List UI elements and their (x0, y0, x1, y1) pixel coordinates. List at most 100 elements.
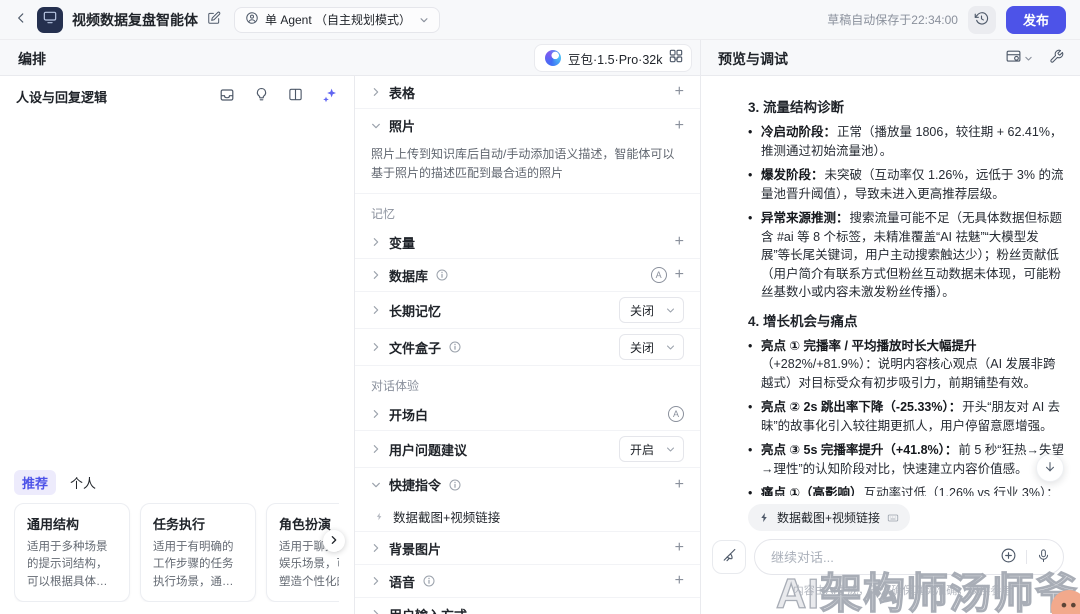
plus-circle-icon (1000, 547, 1017, 567)
row-suggestion[interactable]: 用户问题建议 开启 (355, 431, 700, 468)
top-bar-right: 草稿自动保存于22:34:00 发布 (827, 6, 1066, 34)
row-label: 语音 (389, 572, 415, 591)
chevron-right-icon (371, 609, 381, 614)
bolt-icon (375, 512, 384, 521)
edit-icon (207, 11, 221, 28)
section-heading: 4. 增长机会与痛点 (748, 310, 1064, 330)
row-background[interactable]: 背景图片 + (355, 532, 700, 565)
auto-mode-icon[interactable]: A (651, 267, 667, 283)
split-view-button[interactable] (288, 87, 303, 105)
row-label: 快捷指令 (389, 475, 441, 494)
bullet-lead: 亮点 ② 2s 跳出率下降（-25.33%）： (761, 400, 961, 414)
row-table[interactable]: 表格 + (355, 76, 700, 109)
broom-icon (721, 547, 738, 567)
optimize-tip-button[interactable] (254, 87, 269, 105)
chevron-down-icon (666, 343, 675, 352)
select-value: 开启 (630, 441, 654, 458)
debug-tools-button[interactable] (1049, 49, 1064, 67)
bullet-item: • 亮点 ② 2s 跳出率下降（-25.33%）：开头“朋友对 AI 去昧”的故… (748, 398, 1064, 435)
debug-panel-button[interactable] (1005, 48, 1033, 68)
row-opening[interactable]: 开场白 A (355, 398, 700, 431)
row-database[interactable]: 数据库 A + (355, 259, 700, 292)
row-voice[interactable]: 语音 + (355, 565, 700, 598)
debug-panel-icon (1005, 48, 1022, 68)
panel-divider (700, 40, 701, 614)
suggestion-select[interactable]: 开启 (619, 436, 684, 462)
attach-button[interactable] (1000, 547, 1017, 567)
row-label: 照片 (389, 116, 415, 135)
chevron-right-icon (371, 237, 381, 247)
quick-command-chip[interactable]: 数据截图+视频链接 (748, 504, 910, 531)
chevron-down-icon (371, 121, 381, 131)
agent-mode-selector[interactable]: 单 Agent （自主规划模式） (234, 7, 440, 33)
add-variable-button[interactable]: + (675, 234, 684, 250)
chevron-down-icon (1024, 54, 1033, 63)
row-variable[interactable]: 变量 + (355, 226, 700, 259)
version-history-button[interactable] (968, 6, 996, 34)
persona-panel: 人设与回复逻辑 推荐 个人 通用结构 适用于多种场景的提示词结构，可以根据具体需… (0, 76, 355, 614)
chevron-down-icon (666, 445, 675, 454)
shortcut-item[interactable]: 数据截图+视频链接 (355, 501, 700, 532)
publish-button[interactable]: 发布 (1006, 6, 1066, 34)
scroll-to-bottom-button[interactable] (1036, 454, 1064, 482)
preview-heading: 预览与调试 (718, 49, 788, 69)
voice-input-button[interactable] (1036, 548, 1051, 566)
row-longterm-memory[interactable]: 长期记忆 关闭 (355, 292, 700, 329)
add-photo-button[interactable]: + (675, 118, 684, 134)
rename-button[interactable] (207, 11, 221, 28)
add-background-button[interactable]: + (675, 540, 684, 556)
row-label: 变量 (389, 233, 415, 252)
group-memory: 记忆 (355, 194, 700, 226)
template-next-button[interactable] (323, 530, 345, 552)
keyboard-icon (887, 512, 899, 524)
row-shortcut[interactable]: 快捷指令 + (355, 468, 700, 501)
chevron-down-icon (371, 480, 381, 490)
bullet-item: • 爆发阶段：未突破（互动率仅 1.26%，远低于 3% 的流量池晋升阈值），导… (748, 166, 1064, 203)
chevron-right-icon (371, 576, 381, 586)
autosave-status: 草稿自动保存于22:34:00 (827, 11, 958, 28)
bullet-lead: 亮点 ① 完播率 / 平均播放时长大幅提升 (761, 339, 976, 353)
template-card-task[interactable]: 任务执行 适用于有明确的工作步骤的任务执行场景，通过明确每一步骤的工作要求... (140, 503, 256, 603)
single-agent-icon (245, 11, 259, 28)
add-voice-button[interactable]: + (675, 573, 684, 589)
prompt-library-button[interactable] (219, 87, 235, 106)
info-icon (436, 269, 448, 281)
row-label: 用户问题建议 (389, 440, 467, 459)
back-button[interactable] (14, 11, 28, 28)
row-filebox[interactable]: 文件盒子 关闭 (355, 329, 700, 366)
chat-input-field[interactable] (771, 550, 1000, 565)
info-icon (449, 341, 461, 353)
filebox-select[interactable]: 关闭 (619, 334, 684, 360)
bullet-item: • 痛点 ①（高影响）互动率过低（1.26% vs 行业 3%）：分享 0、评论… (748, 484, 1064, 496)
add-table-button[interactable]: + (675, 84, 684, 100)
ai-optimize-button[interactable] (322, 87, 338, 106)
row-label: 表格 (389, 83, 415, 102)
template-card-general[interactable]: 通用结构 适用于多种场景的提示词结构，可以根据具体需求增删对应模块 (14, 503, 130, 603)
agent-mode-label: 单 Agent （自主规划模式） (265, 11, 411, 28)
chat-transcript[interactable]: 3. 流量结构诊断 • 冷启动阶段：正常（播放量 1806，较往期 + 62.4… (701, 76, 1080, 496)
clear-context-button[interactable] (712, 540, 746, 574)
template-card-roleplay[interactable]: 角色扮演 适用于聊天陪伴娱乐场景，可以塑造个性化的人设 (266, 503, 339, 603)
template-card-list: 通用结构 适用于多种场景的提示词结构，可以根据具体需求增删对应模块 任务执行 适… (14, 503, 339, 603)
card-desc: 适用于有明确的工作步骤的任务执行场景，通过明确每一步骤的工作要求... (153, 539, 243, 592)
preview-toolbar (1005, 48, 1064, 68)
tab-personal[interactable]: 个人 (70, 473, 96, 492)
divider (1026, 550, 1027, 564)
add-database-button[interactable]: + (675, 267, 684, 283)
history-clock-icon (974, 11, 989, 29)
auto-mode-icon[interactable]: A (668, 406, 684, 422)
bullet-lead: 爆发阶段： (761, 168, 824, 182)
row-label: 用户输入方式 (389, 605, 467, 614)
row-input-method[interactable]: 用户输入方式 (355, 598, 700, 614)
wrench-icon (1049, 49, 1064, 67)
add-shortcut-button[interactable]: + (675, 477, 684, 493)
bullet-lead: 冷启动阶段： (761, 125, 836, 139)
tab-recommend[interactable]: 推荐 (14, 470, 56, 495)
prompt-editor[interactable] (0, 116, 353, 484)
layout-grid-button[interactable] (668, 48, 684, 67)
row-photo[interactable]: 照片 + (355, 109, 700, 142)
chat-input[interactable] (754, 539, 1064, 575)
bullet-item: • 冷启动阶段：正常（播放量 1806，较往期 + 62.41%，推测通过初始流… (748, 123, 1064, 160)
longterm-select[interactable]: 关闭 (619, 297, 684, 323)
chevron-right-icon (371, 409, 381, 419)
